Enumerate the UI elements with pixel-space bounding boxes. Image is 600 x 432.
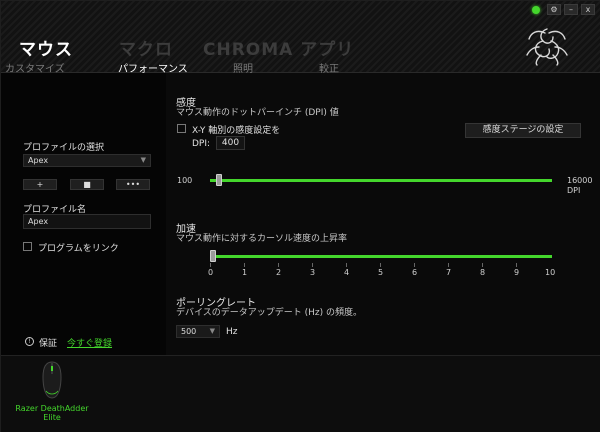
acceleration-tick-label: 5 xyxy=(378,268,384,277)
sub-tab-bar: カスタマイズ パフォーマンス 照明 較正 xyxy=(1,59,600,78)
tab-chroma-apps[interactable]: CHROMA アプリ xyxy=(203,35,354,60)
acceleration-tick-label: 2 xyxy=(276,268,282,277)
polling-rate-value: 500 xyxy=(181,327,197,336)
minimize-button[interactable]: – xyxy=(564,4,578,15)
header: ⚙ – x マウス マクロ CHROMA アプリ カスタマイズ パフォーマンス xyxy=(1,1,600,78)
dpi-label: DPI: xyxy=(192,139,211,149)
acceleration-tick-label: 4 xyxy=(344,268,350,277)
link-program-label: プログラムをリンク xyxy=(38,244,119,254)
acceleration-subtitle: マウス動作に対するカーソル速度の上昇率 xyxy=(176,234,348,244)
dpi-unit-label: DPI xyxy=(567,186,581,195)
chevron-down-icon: ▼ xyxy=(209,327,215,335)
device-name-line1: Razer DeathAdder xyxy=(15,404,89,413)
profile-name-field[interactable]: Apex xyxy=(23,214,151,229)
acceleration-tick-label: 10 xyxy=(545,268,556,277)
link-program-checkbox[interactable] xyxy=(23,242,32,251)
profile-more-button[interactable]: ••• xyxy=(116,179,150,190)
delete-profile-button[interactable]: ■ xyxy=(70,179,104,190)
razer-synapse-window: ⚙ – x マウス マクロ CHROMA アプリ カスタマイズ パフォーマンス xyxy=(0,0,600,432)
tab-mouse[interactable]: マウス xyxy=(19,35,73,60)
chevron-down-icon: ▼ xyxy=(140,156,146,164)
dpi-slider-handle[interactable] xyxy=(216,174,223,186)
profile-select-value: Apex xyxy=(28,156,49,165)
device-name-line2: Elite xyxy=(43,413,61,422)
device-bar xyxy=(1,355,600,432)
acceleration-tick-label: 0 xyxy=(208,268,214,277)
xy-sensitivity-checkbox[interactable] xyxy=(177,124,186,133)
acceleration-tick-label: 7 xyxy=(446,268,452,277)
profile-select[interactable]: Apex ▼ xyxy=(23,154,151,167)
warranty-label: 保証 xyxy=(39,339,58,349)
close-button[interactable]: x xyxy=(581,4,595,15)
xy-sensitivity-label: X-Y 軸別の感度設定を xyxy=(192,126,281,136)
add-profile-button[interactable]: + xyxy=(23,179,57,190)
polling-rate-subtitle: デバイスのデータアップデート (Hz) の頻度。 xyxy=(176,308,362,318)
sensitivity-subtitle: マウス動作のドットパーインチ (DPI) 値 xyxy=(176,108,339,118)
acceleration-ticks xyxy=(210,263,517,267)
acceleration-tick-label: 8 xyxy=(480,268,486,277)
status-indicator-icon xyxy=(532,5,540,14)
acceleration-tick-label: 9 xyxy=(514,268,520,277)
acceleration-tick-label: 3 xyxy=(310,268,316,277)
profile-select-label: プロファイルの選択 xyxy=(23,143,105,153)
info-icon: ! xyxy=(25,337,34,346)
polling-rate-select[interactable]: 500 ▼ xyxy=(176,325,220,338)
settings-button[interactable]: ⚙ xyxy=(547,4,561,15)
acceleration-slider-handle[interactable] xyxy=(210,250,216,262)
acceleration-tick-label: 1 xyxy=(242,268,248,277)
dpi-min-label: 100 xyxy=(177,176,193,185)
acceleration-tick-label: 6 xyxy=(412,268,418,277)
dpi-slider-track[interactable] xyxy=(210,179,552,182)
device-name[interactable]: Razer DeathAdder Elite xyxy=(15,404,89,422)
register-now-link[interactable]: 今すぐ登録 xyxy=(67,336,112,349)
dpi-max-label: 16000 xyxy=(567,176,593,185)
acceleration-slider-track[interactable] xyxy=(210,255,552,258)
tab-macro[interactable]: マクロ xyxy=(119,35,173,60)
polling-rate-unit: Hz xyxy=(226,327,238,337)
sensitivity-stages-button[interactable]: 感度ステージの設定 xyxy=(465,123,581,138)
dpi-input[interactable]: 400 xyxy=(216,136,245,150)
mouse-device-icon[interactable] xyxy=(41,361,63,399)
window-controls: ⚙ – x xyxy=(532,4,595,15)
